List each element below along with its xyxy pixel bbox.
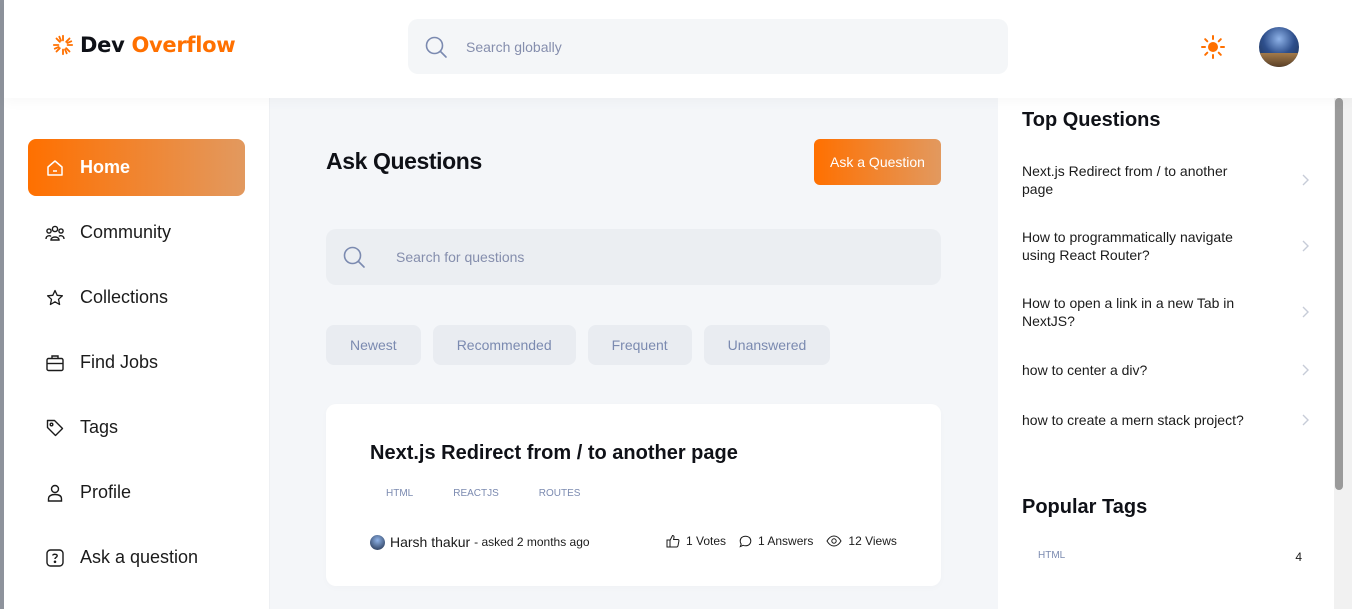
top-question-item[interactable]: How to programmatically navigate using R…: [1022, 228, 1312, 264]
top-navbar: Dev Overflow: [4, 0, 1352, 98]
question-search-input[interactable]: [394, 248, 918, 266]
sidebar-item-label: Ask a question: [80, 547, 199, 567]
answers-stat: 1 Answers: [739, 534, 813, 548]
filter-frequent[interactable]: Frequent: [587, 325, 692, 365]
asked-time: - asked 2 months ago: [474, 535, 590, 549]
scrollbar[interactable]: [1334, 98, 1352, 609]
tag-badge[interactable]: HTML: [370, 484, 429, 503]
top-question-text: how to create a mern stack project?: [1022, 412, 1244, 428]
sidebar-item-label: Find Jobs: [80, 352, 159, 372]
sun-icon[interactable]: [1200, 34, 1226, 60]
top-question-text: how to center a div?: [1022, 362, 1148, 378]
votes-stat: 1 Votes: [666, 534, 726, 548]
tag-icon: [44, 417, 66, 439]
chevron-right-icon: [1302, 240, 1309, 252]
sidebar-item-ask-question[interactable]: Ask a question: [28, 529, 245, 586]
search-icon: [343, 246, 365, 268]
votes-count: 1 Votes: [686, 534, 727, 548]
sidebar-item-label: Profile: [80, 482, 132, 502]
user-icon: [44, 482, 66, 504]
popular-tags-title: Popular Tags: [1022, 496, 1148, 518]
question-card: Next.js Redirect from / to another page …: [326, 404, 941, 586]
popular-tag-row: HTML 4: [1022, 544, 1312, 567]
top-question-text: Next.js Redirect from / to another page: [1022, 163, 1228, 197]
top-question-item[interactable]: How to open a link in a new Tab in NextJ…: [1022, 294, 1312, 330]
sidebar-item-find-jobs[interactable]: Find Jobs: [28, 334, 245, 391]
eye-icon: [826, 535, 842, 547]
question-icon: [44, 547, 66, 569]
popular-tag-count: 4: [1295, 550, 1302, 564]
logo-icon: [52, 34, 74, 56]
home-icon: [44, 157, 66, 179]
author-avatar: [370, 534, 385, 550]
page-title: Ask Questions: [326, 148, 482, 174]
views-stat: 12 Views: [826, 534, 897, 548]
sidebar-item-label: Tags: [80, 417, 119, 437]
avatar-landscape: [1259, 53, 1299, 67]
scrollbar-thumb[interactable]: [1335, 98, 1343, 490]
filter-newest[interactable]: Newest: [326, 325, 421, 365]
right-sidebar: Top Questions Next.js Redirect from / to…: [998, 98, 1334, 609]
top-question-item[interactable]: how to create a mern stack project?: [1022, 411, 1312, 429]
answers-count: 1 Answers: [758, 534, 814, 548]
question-stats: 1 Votes 1 Answers 12 Views: [666, 534, 910, 548]
chevron-right-icon: [1302, 414, 1309, 426]
thumbs-up-icon: [666, 534, 680, 548]
briefcase-icon: [44, 352, 66, 374]
tag-badge[interactable]: REACTJS: [437, 484, 515, 503]
global-search: [408, 19, 1008, 74]
chevron-right-icon: [1302, 306, 1309, 318]
star-icon: [44, 287, 66, 309]
popular-tag-badge[interactable]: HTML: [1022, 544, 1081, 567]
sidebar-item-label: Collections: [80, 287, 169, 307]
sidebar-item-profile[interactable]: Profile: [28, 464, 245, 521]
users-icon: [44, 222, 66, 244]
sidebar-item-label: Home: [80, 157, 131, 177]
logo[interactable]: Dev Overflow: [52, 33, 236, 57]
top-question-item[interactable]: how to center a div?: [1022, 361, 1312, 379]
top-question-item[interactable]: Next.js Redirect from / to another page: [1022, 162, 1312, 198]
filter-bar: Newest Recommended Frequent Unanswered: [326, 325, 831, 365]
author-name: Harsh thakur: [390, 534, 471, 550]
sidebar-item-home[interactable]: Home: [28, 139, 245, 196]
top-question-text: How to programmatically navigate using R…: [1022, 229, 1233, 263]
filter-unanswered[interactable]: Unanswered: [703, 325, 831, 365]
filter-recommended[interactable]: Recommended: [432, 325, 576, 365]
question-title[interactable]: Next.js Redirect from / to another page: [370, 442, 738, 465]
message-icon: [739, 535, 752, 548]
top-questions-title: Top Questions: [1022, 109, 1161, 131]
logo-text: Dev Overflow: [80, 33, 236, 57]
sidebar-item-tags[interactable]: Tags: [28, 399, 245, 456]
sidebar-item-community[interactable]: Community: [28, 204, 245, 261]
chevron-right-icon: [1302, 364, 1309, 376]
search-icon: [425, 36, 447, 58]
tag-badge[interactable]: ROUTES: [523, 484, 597, 503]
question-search: [326, 229, 941, 285]
left-sidebar: Home Community Collections Find Jobs Tag…: [4, 98, 270, 609]
ask-question-button[interactable]: Ask a Question: [814, 139, 941, 185]
sidebar-item-collections[interactable]: Collections: [28, 269, 245, 326]
chevron-right-icon: [1302, 174, 1309, 186]
question-author[interactable]: Harsh thakur - asked 2 months ago: [370, 534, 590, 550]
sidebar-item-label: Community: [80, 222, 172, 242]
views-count: 12 Views: [848, 534, 897, 548]
top-question-text: How to open a link in a new Tab in NextJ…: [1022, 295, 1235, 329]
question-tags: HTML REACTJS ROUTES: [370, 484, 596, 503]
global-search-input[interactable]: [464, 37, 968, 56]
avatar[interactable]: [1259, 27, 1299, 67]
